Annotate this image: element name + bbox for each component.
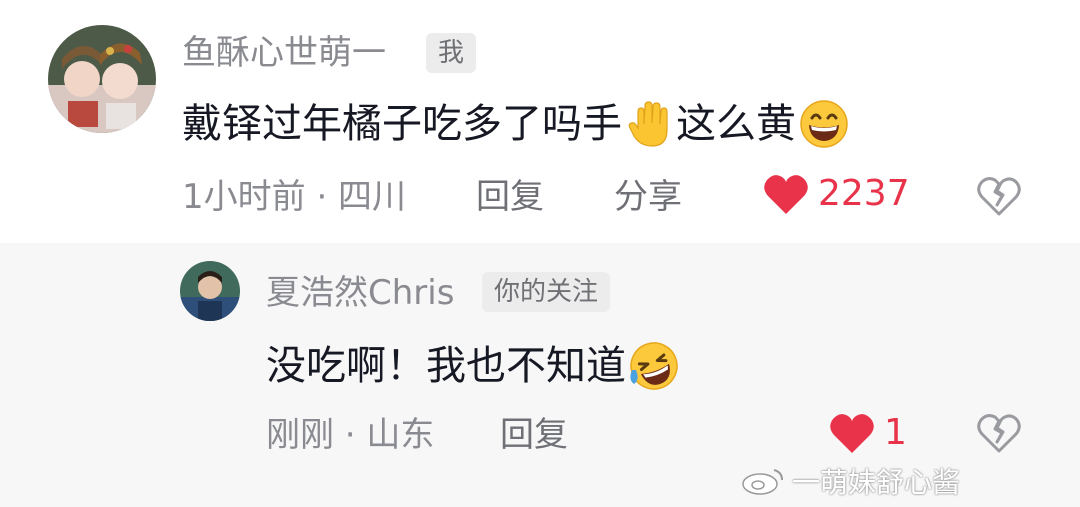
share-button[interactable]: 分享 [614, 177, 682, 217]
heart-icon [830, 414, 874, 453]
weibo-logo-icon [742, 469, 783, 495]
comment-time-location: 1小时前 · 四川 [182, 177, 407, 217]
like-count: 2237 [818, 173, 910, 214]
like-button[interactable]: 2237 [762, 172, 910, 216]
comment-text-part-2: 这么黄 [676, 101, 796, 147]
broken-heart-icon [977, 414, 1021, 453]
comment-item: 鱼酥心世萌一 我 戴铎过年橘子吃多了吗手 这么黄 1小时前 · 四川 回复 分享… [0, 0, 1080, 243]
reply-text: 没吃啊！我也不知道 [266, 340, 680, 392]
author-tag: 我 [426, 33, 477, 73]
rolling-on-floor-laughing-icon [628, 340, 680, 392]
reply-time-location: 刚刚 · 山东 [266, 415, 435, 455]
grinning-face-emoji-icon [798, 98, 850, 150]
comment-text-part-1: 戴铎过年橘子吃多了吗手 [182, 101, 622, 147]
reply-username[interactable]: 夏浩然Chris [266, 273, 454, 313]
raised-hand-emoji-icon [624, 98, 676, 150]
weibo-watermark: 一萌妹舒心酱 [740, 464, 961, 499]
like-button[interactable]: 1 [828, 411, 907, 455]
watermark-text: 一萌妹舒心酱 [792, 466, 961, 499]
avatar[interactable] [180, 261, 240, 321]
avatar[interactable] [48, 25, 156, 133]
heart-icon [764, 175, 808, 214]
reply-text-content: 没吃啊！我也不知道 [266, 343, 626, 389]
reply-button[interactable]: 回复 [500, 415, 568, 455]
dislike-button[interactable] [976, 411, 1022, 455]
reply-button[interactable]: 回复 [476, 177, 544, 217]
dislike-button[interactable] [976, 174, 1022, 218]
comment-text: 戴铎过年橘子吃多了吗手 这么黄 [182, 98, 850, 150]
like-count: 1 [884, 412, 907, 453]
broken-heart-icon [977, 177, 1021, 216]
comment-username[interactable]: 鱼酥心世萌一 [182, 33, 386, 73]
following-tag: 你的关注 [482, 272, 611, 312]
